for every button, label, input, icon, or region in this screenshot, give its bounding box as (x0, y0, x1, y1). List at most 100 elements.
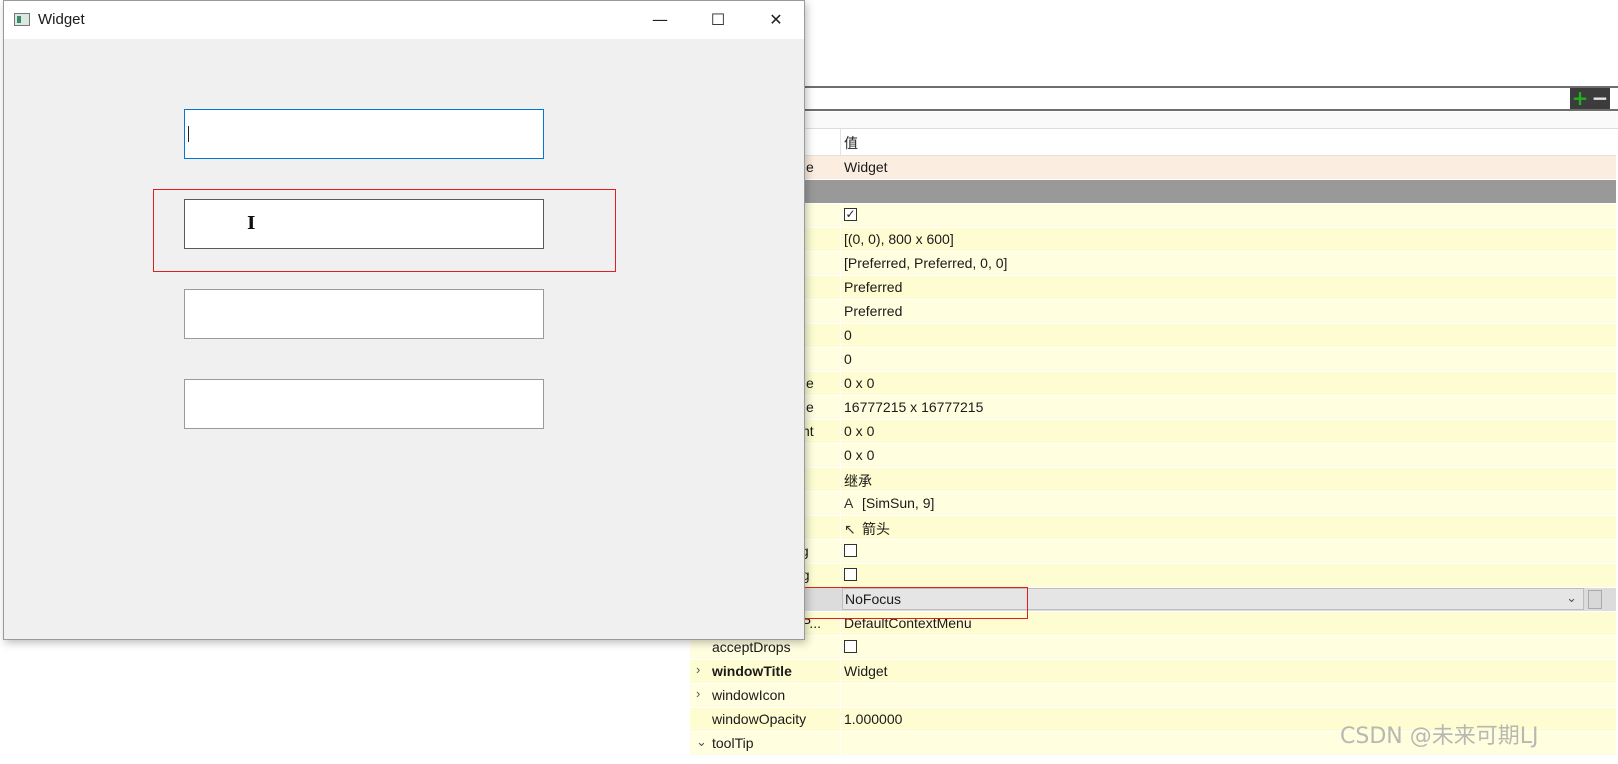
column-divider (840, 684, 841, 707)
property-class-label: et (778, 112, 1618, 129)
line-edit-1[interactable] (184, 109, 544, 159)
column-divider (840, 396, 841, 419)
property-name: acceptDrops (712, 639, 791, 655)
minimize-button[interactable]: — (631, 1, 689, 39)
property-value: 1.000000 (844, 711, 903, 727)
title-bar[interactable]: Widget — ☐ ✕ (4, 1, 804, 39)
column-divider (840, 732, 841, 755)
property-value: 0 (844, 351, 852, 367)
watermark: CSDN @未来可期LJ (1340, 724, 1539, 749)
column-divider (840, 300, 841, 323)
acceptdrops-checkbox[interactable] (844, 640, 857, 653)
focus-policy-value: NoFocus (845, 591, 902, 607)
property-value: 0 x 0 (844, 423, 875, 439)
property-row-sizepolicy[interactable]: [Preferred, Preferred, 0, 0] (690, 252, 1616, 276)
property-row-windowicon[interactable]: › windowIcon (690, 684, 1616, 708)
property-row-mousetracking[interactable]: ing (690, 540, 1616, 564)
column-divider (840, 660, 841, 683)
column-divider (840, 228, 841, 251)
column-divider (840, 492, 841, 515)
property-section-header[interactable] (690, 180, 1616, 204)
property-row-vertical-policy[interactable]: Preferred (690, 300, 1616, 324)
chevron-down-icon[interactable]: ⌄ (1566, 590, 1577, 606)
property-value: 0 x 0 (844, 375, 875, 391)
column-divider (840, 348, 841, 371)
reset-property-button[interactable] (1588, 590, 1602, 609)
property-value: 0 (844, 327, 852, 343)
focus-policy-combobox[interactable]: NoFocus ⌄ (842, 588, 1584, 610)
property-table-header: 值 (690, 129, 1616, 156)
property-row-vertical-stretch[interactable]: 0 (690, 348, 1616, 372)
property-row-basesize[interactable]: 0 x 0 (690, 444, 1616, 468)
column-divider (840, 372, 841, 395)
property-row-horizontal-policy[interactable]: Preferred (690, 276, 1616, 300)
property-row-geometry[interactable]: [(0, 0), 800 x 600] (690, 228, 1616, 252)
column-divider (840, 204, 841, 227)
line-edit-2[interactable]: I (184, 199, 544, 249)
property-value: 继承 (844, 473, 872, 489)
property-row-minimumsize[interactable]: e 0 x 0 (690, 372, 1616, 396)
property-value: Widget (844, 663, 888, 679)
font-value: [SimSun, 9] (862, 495, 935, 511)
property-row-palette[interactable]: 继承 (690, 468, 1616, 492)
property-name: toolTip (712, 735, 754, 751)
property-name: windowIcon (712, 687, 786, 703)
enabled-checkbox[interactable]: ✓ (844, 208, 857, 221)
column-divider (840, 468, 841, 491)
property-row-horizontal-stretch[interactable]: 0 (690, 324, 1616, 348)
property-value: ↖ 箭头 (844, 519, 890, 539)
property-row-windowtitle[interactable]: › windowTitle Widget (690, 660, 1616, 684)
property-filter-input[interactable] (694, 90, 1570, 109)
arrow-cursor-icon: ↖ (844, 521, 856, 537)
property-value: 16777215 x 16777215 (844, 399, 984, 415)
value-column-header: 值 (844, 135, 858, 151)
column-divider (840, 708, 841, 731)
property-row-enabled[interactable]: ✓ (690, 204, 1616, 228)
property-row-maximumsize[interactable]: e 16777215 x 16777215 (690, 396, 1616, 420)
remove-property-icon[interactable]: − (1590, 88, 1610, 109)
column-divider (840, 324, 841, 347)
property-row-objectname[interactable]: e Widget (690, 156, 1616, 180)
property-value: [(0, 0), 800 x 600] (844, 231, 954, 247)
window-title: Widget (38, 11, 85, 28)
column-divider (840, 444, 841, 467)
chevron-down-icon[interactable]: ⌄ (696, 734, 707, 750)
property-row-font[interactable]: A [SimSun, 9] (690, 492, 1616, 516)
property-value: A [SimSun, 9] (844, 495, 934, 511)
line-edit-4[interactable] (184, 379, 544, 429)
property-value: Widget (844, 159, 888, 175)
font-icon: A (844, 495, 854, 511)
property-editor-panel: + − et 值 e Widget ✓ [(0, 0), 800 x 600] … (690, 86, 1618, 764)
property-row-contextmenupolicy[interactable]: uP... DefaultContextMenu (690, 612, 1616, 636)
property-row-acceptdrops[interactable]: acceptDrops (690, 636, 1616, 660)
property-row-focuspolicy[interactable]: NoFocus ⌄ (690, 588, 1616, 612)
column-divider (840, 612, 841, 635)
column-divider (840, 516, 841, 539)
property-name: windowTitle (712, 663, 792, 679)
property-value: [Preferred, Preferred, 0, 0] (844, 255, 1008, 271)
property-value: Preferred (844, 279, 903, 295)
text-caret (188, 126, 189, 142)
property-row-sizeincrement[interactable]: nt 0 x 0 (690, 420, 1616, 444)
property-filter-bar: + − (690, 86, 1618, 111)
column-divider (840, 420, 841, 443)
chevron-right-icon[interactable]: › (696, 686, 700, 701)
column-divider (840, 636, 841, 659)
chevron-right-icon[interactable]: › (696, 662, 700, 677)
add-property-icon[interactable]: + (1570, 88, 1590, 109)
widget-window: Widget — ☐ ✕ I (3, 0, 805, 640)
column-divider (840, 276, 841, 299)
property-row-cursor[interactable]: ↖ 箭头 (690, 516, 1616, 540)
line-edit-3[interactable] (184, 289, 544, 339)
mousetracking-checkbox[interactable] (844, 544, 857, 557)
maximize-button[interactable]: ☐ (689, 1, 747, 39)
column-divider (840, 540, 841, 563)
header-divider (840, 129, 841, 155)
column-divider (840, 252, 841, 275)
tablettracking-checkbox[interactable] (844, 568, 857, 581)
property-row-tablettracking[interactable]: ng (690, 564, 1616, 588)
close-button[interactable]: ✕ (747, 1, 805, 39)
app-window-icon (14, 13, 30, 26)
property-name: windowOpacity (712, 711, 807, 727)
column-divider (840, 564, 841, 587)
